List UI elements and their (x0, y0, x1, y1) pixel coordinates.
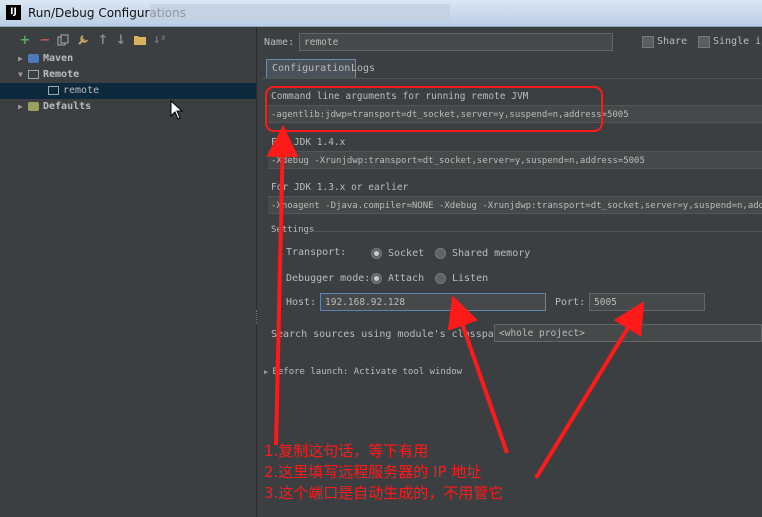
cmd-highlight-box (265, 86, 603, 132)
arrow-to-port (534, 301, 645, 480)
annotation-3: 3.这个端口是自动生成的，不用管它 (264, 484, 504, 502)
annotation-2: 2.这里填写远程服务器的 IP 地址 (264, 463, 482, 481)
arrow-to-cmd (266, 125, 299, 446)
arrow-to-host (447, 295, 509, 454)
annotation-1: 1.复制这句话，等下有用 (264, 442, 429, 460)
